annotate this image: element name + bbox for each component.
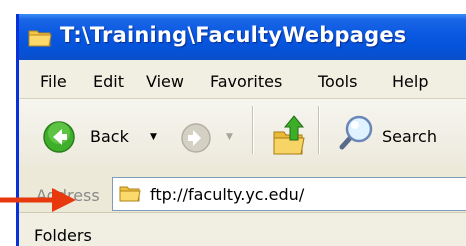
forward-dropdown-icon[interactable]: ▼ bbox=[226, 132, 233, 142]
pointer-arrow-icon bbox=[0, 188, 76, 212]
back-button-label[interactable]: Back bbox=[90, 127, 129, 146]
back-dropdown-icon[interactable]: ▼ bbox=[150, 132, 157, 142]
menu-favorites[interactable]: Favorites bbox=[210, 72, 282, 91]
folders-label: Folders bbox=[34, 226, 92, 245]
menu-help[interactable]: Help bbox=[392, 72, 428, 91]
address-folder-icon bbox=[119, 186, 141, 202]
forward-arrow-icon[interactable] bbox=[180, 122, 212, 154]
toolbar-separator bbox=[252, 106, 254, 154]
toolbar-separator-2 bbox=[318, 106, 320, 154]
back-arrow-icon[interactable] bbox=[42, 120, 76, 154]
up-folder-icon[interactable] bbox=[272, 114, 308, 158]
search-button-label[interactable]: Search bbox=[382, 127, 437, 146]
menu-tools[interactable]: Tools bbox=[318, 72, 357, 91]
folder-icon bbox=[28, 30, 52, 47]
menu-edit[interactable]: Edit bbox=[93, 72, 124, 91]
menu-view[interactable]: View bbox=[146, 72, 184, 91]
menu-file[interactable]: File bbox=[40, 72, 67, 91]
search-magnifier-icon[interactable] bbox=[334, 114, 374, 154]
window-title: T:\Training\FacultyWebpages bbox=[60, 23, 407, 47]
address-value[interactable]: ftp://faculty.yc.edu/ bbox=[150, 185, 304, 204]
